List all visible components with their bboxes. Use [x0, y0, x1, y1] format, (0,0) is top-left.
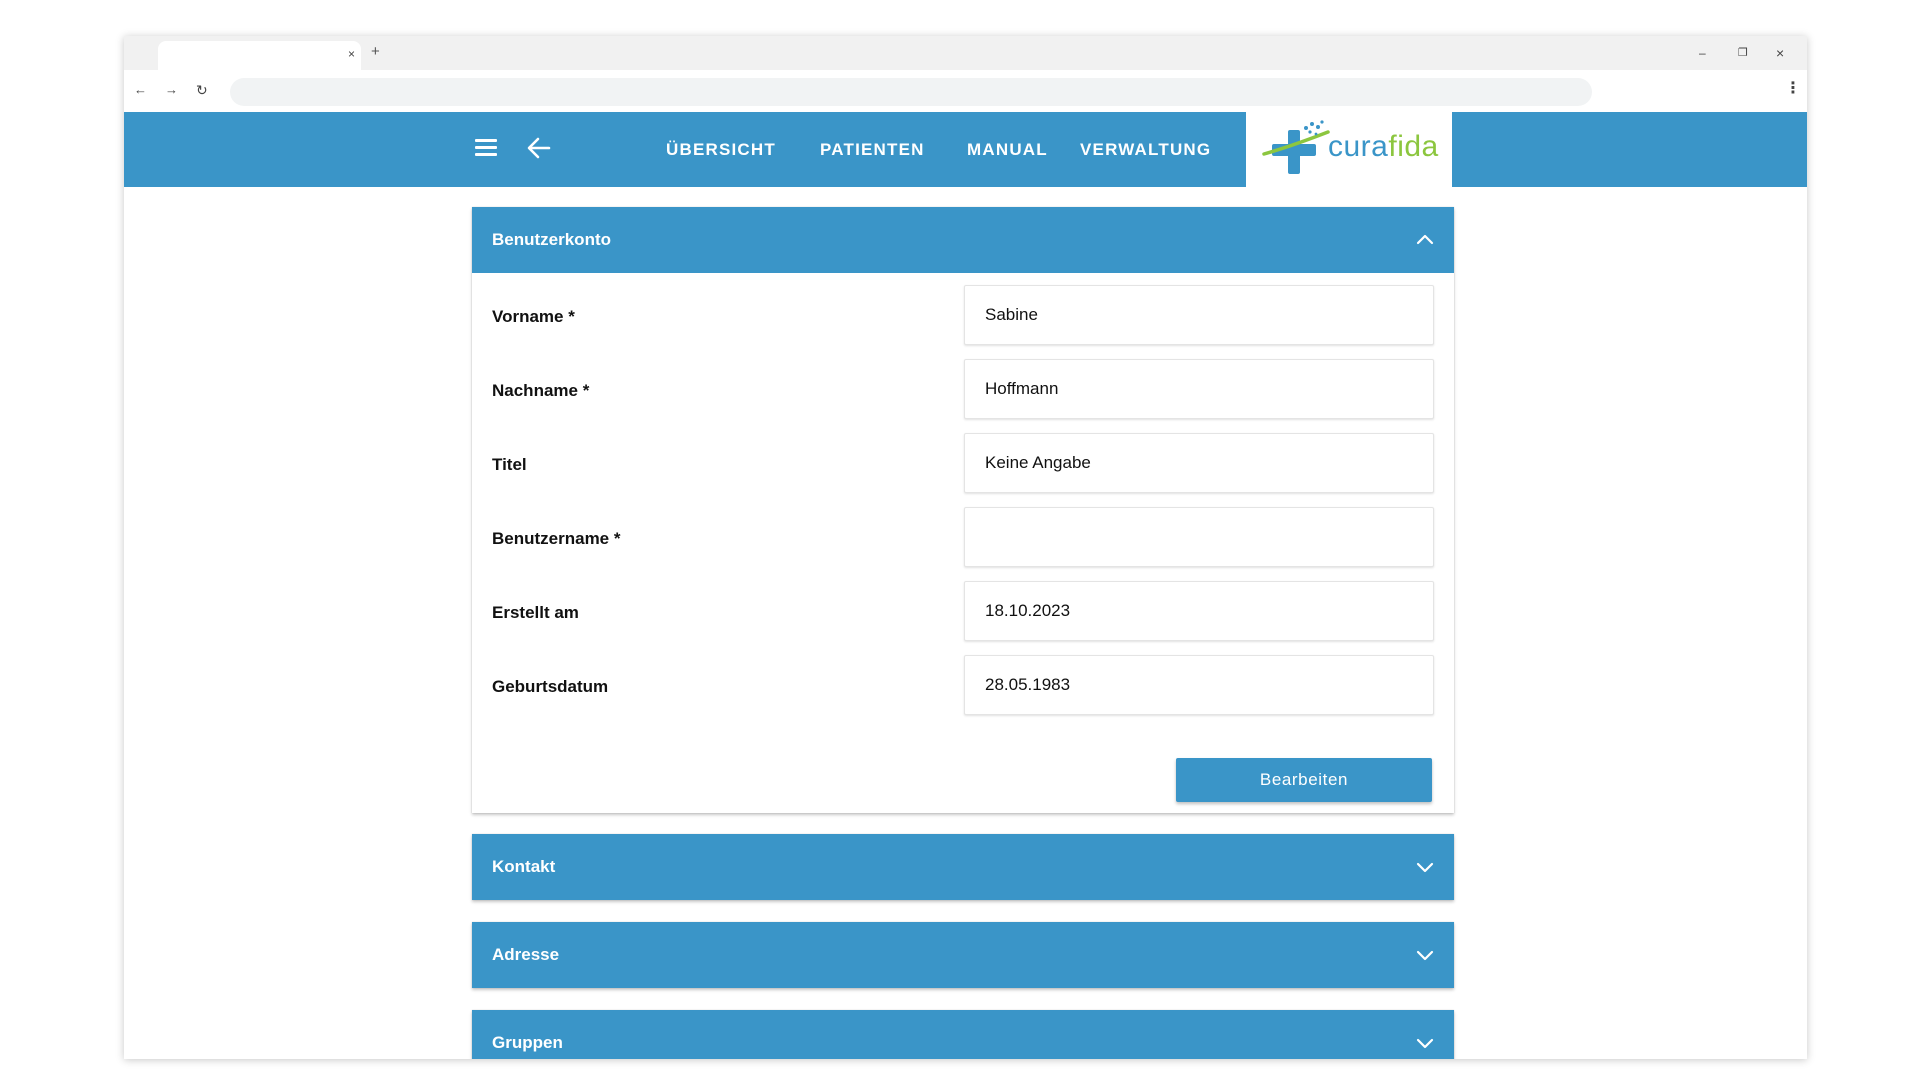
- reload-icon[interactable]: ↻: [196, 81, 208, 99]
- browser-window: × + – ❐ × ← → ↻ ⋮ ÜBERSICHT PATIENTEN MA…: [124, 36, 1807, 1059]
- form-row-vorname: Vorname *: [472, 285, 1454, 347]
- label-vorname: Vorname *: [492, 307, 575, 326]
- address-panel[interactable]: Adresse: [472, 922, 1454, 988]
- titel-field[interactable]: [964, 433, 1434, 493]
- groups-panel-header[interactable]: Gruppen: [472, 1010, 1454, 1059]
- vorname-field[interactable]: [964, 285, 1434, 345]
- account-panel: Benutzerkonto Vorname * Nachname * Titel…: [472, 207, 1454, 813]
- nav-patienten[interactable]: PATIENTEN: [820, 140, 925, 160]
- minimize-icon[interactable]: –: [1699, 45, 1706, 61]
- benutzername-field[interactable]: [964, 507, 1434, 567]
- contact-panel-header[interactable]: Kontakt: [472, 834, 1454, 900]
- chevron-down-icon[interactable]: [1416, 946, 1434, 964]
- chevron-up-icon[interactable]: [1416, 231, 1434, 249]
- browser-toolbar: ← → ↻ ⋮: [124, 70, 1807, 112]
- address-bar[interactable]: [230, 78, 1592, 106]
- main-content: Benutzerkonto Vorname * Nachname * Titel…: [124, 187, 1807, 1059]
- nav-manual[interactable]: MANUAL: [967, 140, 1048, 160]
- label-titel: Titel: [492, 455, 527, 474]
- geburtsdatum-field[interactable]: [964, 655, 1434, 715]
- form-row-titel: Titel: [472, 433, 1454, 495]
- label-benutzername: Benutzername *: [492, 529, 621, 548]
- panel-title: Kontakt: [492, 857, 556, 876]
- restore-icon[interactable]: ❐: [1738, 45, 1748, 61]
- address-panel-header[interactable]: Adresse: [472, 922, 1454, 988]
- chevron-down-icon[interactable]: [1416, 858, 1434, 876]
- logo-wordmark: curafida: [1328, 130, 1439, 163]
- window-close-icon[interactable]: ×: [1776, 45, 1784, 61]
- curafida-logo[interactable]: curafida: [1246, 112, 1452, 187]
- erstellt-am-field[interactable]: [964, 581, 1434, 641]
- app-header: ÜBERSICHT PATIENTEN MANUAL VERWALTUNG cu…: [124, 112, 1807, 187]
- account-panel-header[interactable]: Benutzerkonto: [472, 207, 1454, 273]
- nav-verwaltung[interactable]: VERWALTUNG: [1080, 140, 1211, 160]
- tab-strip: × + – ❐ ×: [124, 36, 1807, 70]
- chevron-down-icon[interactable]: [1416, 1034, 1434, 1052]
- groups-panel[interactable]: Gruppen: [472, 1010, 1454, 1059]
- back-nav-icon[interactable]: ←: [134, 81, 147, 99]
- browser-tab[interactable]: ×: [158, 41, 361, 70]
- label-nachname: Nachname *: [492, 381, 590, 400]
- label-erstellt-am: Erstellt am: [492, 603, 579, 622]
- form-row-erstellt-am: Erstellt am: [472, 581, 1454, 643]
- form-row-benutzername: Benutzername *: [472, 507, 1454, 569]
- browser-menu-icon[interactable]: ⋮: [1785, 80, 1801, 98]
- panel-title: Gruppen: [492, 1033, 563, 1052]
- nachname-field[interactable]: [964, 359, 1434, 419]
- new-tab-icon[interactable]: +: [371, 44, 380, 60]
- logo-cross-icon: [1262, 120, 1330, 174]
- tab-close-icon[interactable]: ×: [348, 46, 355, 62]
- nav-uebersicht[interactable]: ÜBERSICHT: [666, 140, 776, 160]
- forward-nav-icon[interactable]: →: [165, 81, 178, 99]
- panel-title: Adresse: [492, 945, 560, 964]
- menu-icon[interactable]: [475, 139, 499, 159]
- panel-title: Benutzerkonto: [492, 230, 611, 249]
- label-geburtsdatum: Geburtsdatum: [492, 677, 609, 696]
- edit-button[interactable]: Bearbeiten: [1176, 758, 1432, 802]
- back-arrow-icon[interactable]: [526, 135, 552, 161]
- contact-panel[interactable]: Kontakt: [472, 834, 1454, 900]
- form-row-nachname: Nachname *: [472, 359, 1454, 421]
- form-row-geburtsdatum: Geburtsdatum: [472, 655, 1454, 717]
